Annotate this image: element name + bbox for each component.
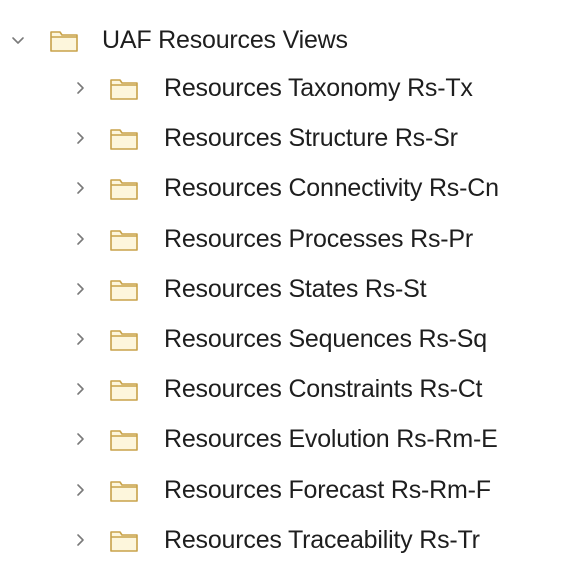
tree-node-label: Resources Connectivity Rs-Cn: [164, 174, 499, 203]
resources-views-tree: UAF Resources Views Resources Taxonomy R…: [0, 0, 565, 554]
tree-node-label: Resources Taxonomy Rs-Tx: [164, 74, 473, 102]
tree-node-resources-sequences-rs-sq[interactable]: Resources Sequences Rs-Sq: [70, 317, 487, 361]
tree-node-resources-taxonomy-rs-tx[interactable]: Resources Taxonomy Rs-Tx: [70, 66, 473, 110]
tree-node-label: Resources Processes Rs-Pr: [164, 224, 473, 253]
tree-node-label: Resources States Rs-St: [164, 274, 427, 303]
tree-node-uaf-resources-views[interactable]: UAF Resources Views: [0, 18, 348, 62]
folder-icon: [108, 426, 140, 452]
folder-icon: [108, 276, 140, 302]
folder-icon: [108, 175, 140, 201]
chevron-right-icon[interactable]: [70, 530, 90, 550]
chevron-down-icon[interactable]: [8, 30, 28, 50]
folder-icon: [108, 527, 140, 553]
tree-node-resources-constraints-rs-ct[interactable]: Resources Constraints Rs-Ct: [70, 367, 483, 411]
tree-node-resources-connectivity-rs-cn[interactable]: Resources Connectivity Rs-Cn: [70, 166, 499, 210]
folder-icon: [108, 226, 140, 252]
chevron-right-icon[interactable]: [70, 279, 90, 299]
folder-icon: [108, 125, 140, 151]
chevron-right-icon[interactable]: [70, 379, 90, 399]
tree-node-label: Resources Constraints Rs-Ct: [164, 375, 483, 404]
chevron-right-icon[interactable]: [70, 329, 90, 349]
tree-node-label: Resources Traceability Rs-Tr: [164, 525, 480, 554]
tree-node-resources-structure-rs-sr[interactable]: Resources Structure Rs-Sr: [70, 116, 458, 160]
tree-node-label: Resources Sequences Rs-Sq: [164, 325, 487, 353]
chevron-right-icon[interactable]: [70, 429, 90, 449]
tree-node-label: Resources Forecast Rs-Rm-F: [164, 475, 491, 504]
tree-node-resources-states-rs-st[interactable]: Resources States Rs-St: [70, 267, 427, 311]
chevron-right-icon[interactable]: [70, 229, 90, 249]
tree-node-label: Resources Structure Rs-Sr: [164, 124, 458, 153]
folder-icon: [48, 27, 80, 53]
folder-icon: [108, 75, 140, 101]
folder-icon: [108, 326, 140, 352]
tree-node-resources-evolution-rs-rm-e[interactable]: Resources Evolution Rs-Rm-E: [70, 417, 498, 461]
chevron-right-icon[interactable]: [70, 128, 90, 148]
chevron-right-icon[interactable]: [70, 480, 90, 500]
chevron-right-icon[interactable]: [70, 178, 90, 198]
tree-node-resources-processes-rs-pr[interactable]: Resources Processes Rs-Pr: [70, 217, 473, 261]
tree-node-label: Resources Evolution Rs-Rm-E: [164, 425, 498, 454]
tree-node-resources-traceability-rs-tr[interactable]: Resources Traceability Rs-Tr: [70, 518, 480, 562]
tree-node-label: UAF Resources Views: [102, 26, 348, 54]
chevron-right-icon[interactable]: [70, 78, 90, 98]
folder-icon: [108, 376, 140, 402]
folder-icon: [108, 477, 140, 503]
tree-node-resources-forecast-rs-rm-f[interactable]: Resources Forecast Rs-Rm-F: [70, 468, 491, 512]
